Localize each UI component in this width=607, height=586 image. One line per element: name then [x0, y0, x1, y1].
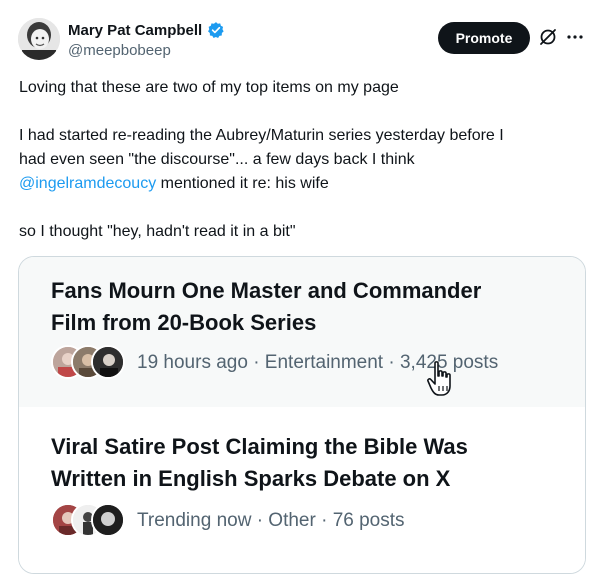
trend-avatars — [51, 503, 127, 539]
promote-button[interactable]: Promote — [438, 22, 530, 54]
trend-item[interactable]: Viral Satire Post Claiming the Bible Was… — [19, 407, 585, 573]
trend-title-line: Viral Satire Post Claiming the Bible Was — [51, 434, 468, 459]
post-line-rest: mentioned it re: his wife — [156, 175, 329, 192]
trend-avatars — [51, 345, 127, 381]
trend-title: Viral Satire Post Claiming the Bible Was… — [51, 431, 551, 495]
handle[interactable]: @meepbobeep — [68, 42, 225, 59]
post: Mary Pat Campbell @meepbobeep Promote Lo… — [0, 0, 607, 586]
display-name[interactable]: Mary Pat Campbell — [68, 22, 202, 39]
trend-title-line: Fans Mourn One Master and Commander — [51, 278, 482, 303]
trends-card: Fans Mourn One Master and Commander Film… — [18, 256, 586, 574]
author-info: Mary Pat Campbell @meepbobeep — [68, 19, 225, 59]
post-text: Loving that these are two of my top item… — [19, 76, 589, 244]
trend-title: Fans Mourn One Master and Commander Film… — [51, 275, 551, 339]
post-line: Loving that these are two of my top item… — [19, 79, 399, 96]
hand-cursor-icon — [425, 360, 455, 398]
trend-title-line: Written in English Sparks Debate on X — [51, 466, 451, 491]
trend-title-line: Film from 20-Book Series — [51, 310, 317, 335]
post-line: I had started re-reading the Aubrey/Matu… — [19, 127, 504, 144]
trend-meta: Trending now · Other · 76 posts — [51, 503, 405, 539]
trend-item[interactable]: Fans Mourn One Master and Commander Film… — [19, 257, 585, 407]
more-icon[interactable] — [565, 27, 585, 47]
mention-link[interactable]: @ingelramdecoucy — [19, 175, 156, 192]
post-line: @ingelramdecoucy mentioned it re: his wi… — [19, 172, 589, 196]
verified-badge-icon — [207, 21, 225, 39]
avatar[interactable] — [18, 18, 60, 60]
avatar — [91, 503, 125, 537]
grok-icon[interactable] — [538, 27, 558, 47]
trend-meta-text: Trending now · Other · 76 posts — [137, 510, 405, 531]
post-line: so I thought "hey, hadn't read it in a b… — [19, 223, 296, 240]
avatar — [91, 345, 125, 379]
post-line: had even seen "the discourse"... a few d… — [19, 151, 415, 168]
